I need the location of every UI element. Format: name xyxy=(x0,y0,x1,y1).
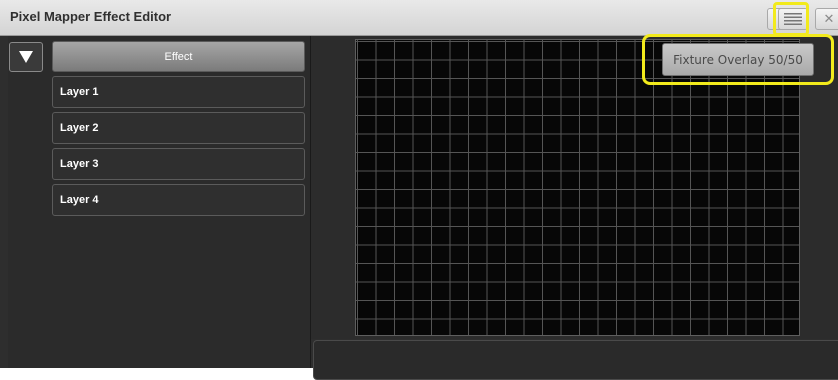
collapse-button[interactable] xyxy=(9,42,43,72)
layer-button[interactable]: Layer 1 xyxy=(52,76,305,108)
triangle-down-icon xyxy=(19,51,33,63)
bottom-panel xyxy=(313,340,838,380)
window-title: Pixel Mapper Effect Editor xyxy=(10,9,172,24)
pixel-grid[interactable] xyxy=(355,39,800,336)
fixture-overlay-button[interactable]: Fixture Overlay 50/50 xyxy=(662,43,814,76)
layer-button[interactable]: Layer 2 xyxy=(52,112,305,144)
layer-button[interactable]: Layer 4 xyxy=(52,184,305,216)
layer-button[interactable]: Layer 3 xyxy=(52,148,305,180)
menu-button[interactable] xyxy=(778,8,808,30)
effect-button[interactable]: Effect xyxy=(52,41,305,72)
close-icon: ✕ xyxy=(823,11,835,26)
title-bar: Pixel Mapper Effect Editor i ✕ xyxy=(0,0,838,36)
pixel-mapper-window: Pixel Mapper Effect Editor i ✕ Effect La… xyxy=(0,0,838,380)
close-button[interactable]: ✕ xyxy=(815,8,838,30)
menu-lines-icon xyxy=(784,13,802,25)
